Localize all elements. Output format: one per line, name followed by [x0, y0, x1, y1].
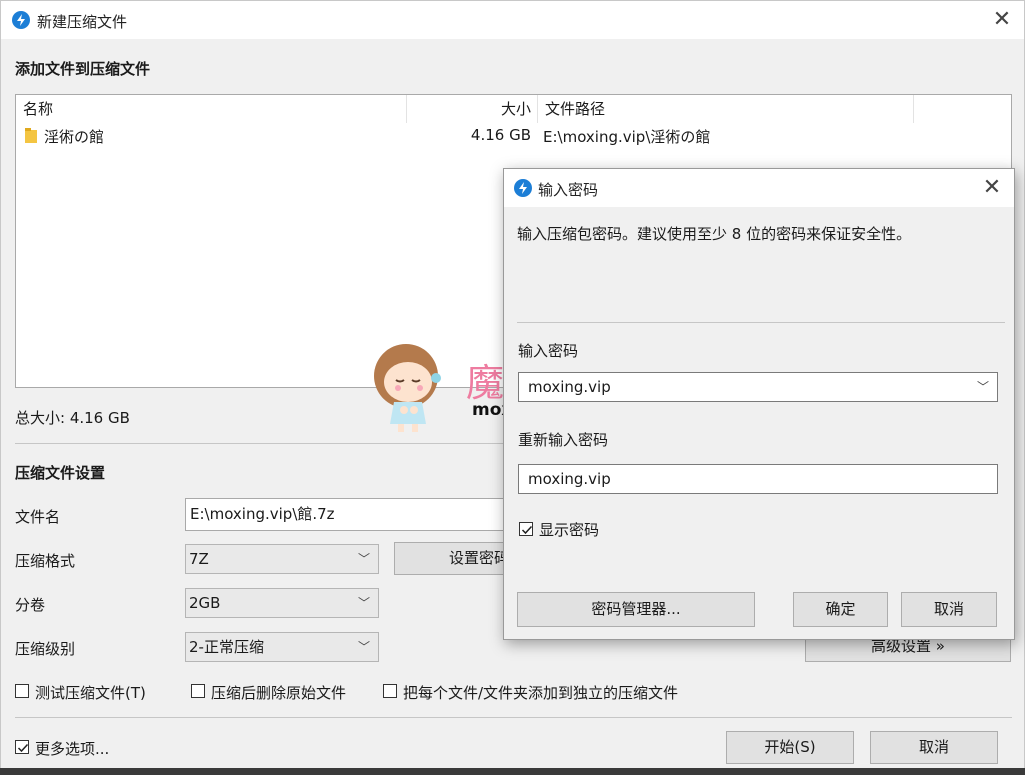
column-header-path[interactable]: 文件路径 [538, 95, 913, 123]
start-button[interactable]: 开始(S) [726, 731, 854, 764]
divider [15, 717, 1012, 718]
confirm-password-label: 重新输入密码 [518, 431, 609, 449]
chevron-down-icon: ﹀ [357, 596, 370, 610]
password-input[interactable]: moxing.vip ﹀ [518, 372, 998, 402]
background-strip [0, 768, 1025, 775]
separate-archives-label[interactable]: 把每个文件/文件夹添加到独立的压缩文件 [403, 682, 678, 703]
window-title: 新建压缩文件 [37, 13, 128, 31]
dialog-cancel-button[interactable]: 取消 [901, 592, 997, 627]
divider [517, 322, 1005, 323]
section-title-settings: 压缩文件设置 [15, 464, 106, 482]
cancel-button[interactable]: 取消 [870, 731, 998, 764]
show-password-checkbox[interactable] [519, 522, 533, 536]
separate-archives-checkbox[interactable] [383, 684, 397, 698]
file-path: E:\moxing.vip\淫術の館 [543, 128, 711, 146]
total-size-label: 总大小: 4.16 GB [15, 409, 130, 427]
column-header-name[interactable]: 名称 [16, 95, 406, 123]
chevron-down-icon: ﹀ [357, 640, 370, 654]
delete-after-label[interactable]: 压缩后删除原始文件 [211, 682, 346, 703]
volume-select[interactable]: 2GB ﹀ [185, 588, 379, 618]
watermark-mascot-icon [374, 344, 441, 432]
password-hint: 输入压缩包密码。建议使用至少 8 位的密码来保证安全性。 [517, 225, 912, 243]
show-password-label[interactable]: 显示密码 [539, 519, 599, 540]
folder-icon [25, 128, 37, 143]
volume-select-value: 2GB [189, 594, 221, 612]
test-archive-label[interactable]: 测试压缩文件(T) [35, 682, 146, 703]
level-label: 压缩级别 [15, 640, 76, 658]
title-bar: 新建压缩文件 ✕ [1, 1, 1024, 39]
set-password-button[interactable]: 设置密码 [394, 542, 514, 575]
section-title-add-files: 添加文件到压缩文件 [15, 60, 151, 78]
checkmark-icon [17, 743, 29, 753]
checkmark-icon [521, 525, 533, 535]
more-options-label[interactable]: 更多选项... [35, 738, 109, 759]
format-select-value: 7Z [189, 550, 209, 568]
password-dialog: 输入密码 ✕ 输入压缩包密码。建议使用至少 8 位的密码来保证安全性。 输入密码… [503, 168, 1015, 640]
close-icon[interactable]: ✕ [987, 6, 1017, 36]
file-name: 淫術の館 [44, 128, 105, 146]
ok-button[interactable]: 确定 [793, 592, 888, 627]
confirm-password-input[interactable]: moxing.vip [518, 464, 998, 494]
test-archive-checkbox[interactable] [15, 684, 29, 698]
password-manager-button[interactable]: 密码管理器... [517, 592, 755, 627]
filename-label: 文件名 [15, 508, 61, 526]
format-label: 压缩格式 [15, 552, 76, 570]
password-input-value: moxing.vip [528, 378, 611, 396]
table-row[interactable]: 淫術の館 4.16 GB E:\moxing.vip\淫術の館 [16, 123, 1011, 149]
column-separator[interactable] [913, 95, 914, 123]
level-select-value: 2-正常压缩 [189, 638, 264, 656]
chevron-down-icon: ﹀ [357, 552, 370, 566]
password-label: 输入密码 [518, 342, 579, 360]
delete-after-checkbox[interactable] [191, 684, 205, 698]
more-options-checkbox[interactable] [15, 740, 29, 754]
app-logo-icon [12, 11, 30, 29]
chevron-down-icon[interactable]: ﹀ [977, 373, 989, 401]
file-size: 4.16 GB [470, 126, 531, 144]
dialog-title-bar: 输入密码 ✕ [504, 169, 1014, 207]
format-select[interactable]: 7Z ﹀ [185, 544, 379, 574]
level-select[interactable]: 2-正常压缩 ﹀ [185, 632, 379, 662]
volume-label: 分卷 [15, 596, 46, 614]
column-header-size[interactable]: 大小 [407, 95, 537, 123]
filename-input[interactable]: E:\moxing.vip\館.7z [185, 498, 515, 531]
app-logo-icon [514, 179, 532, 197]
close-icon[interactable]: ✕ [977, 174, 1007, 204]
dialog-title: 输入密码 [538, 181, 599, 199]
